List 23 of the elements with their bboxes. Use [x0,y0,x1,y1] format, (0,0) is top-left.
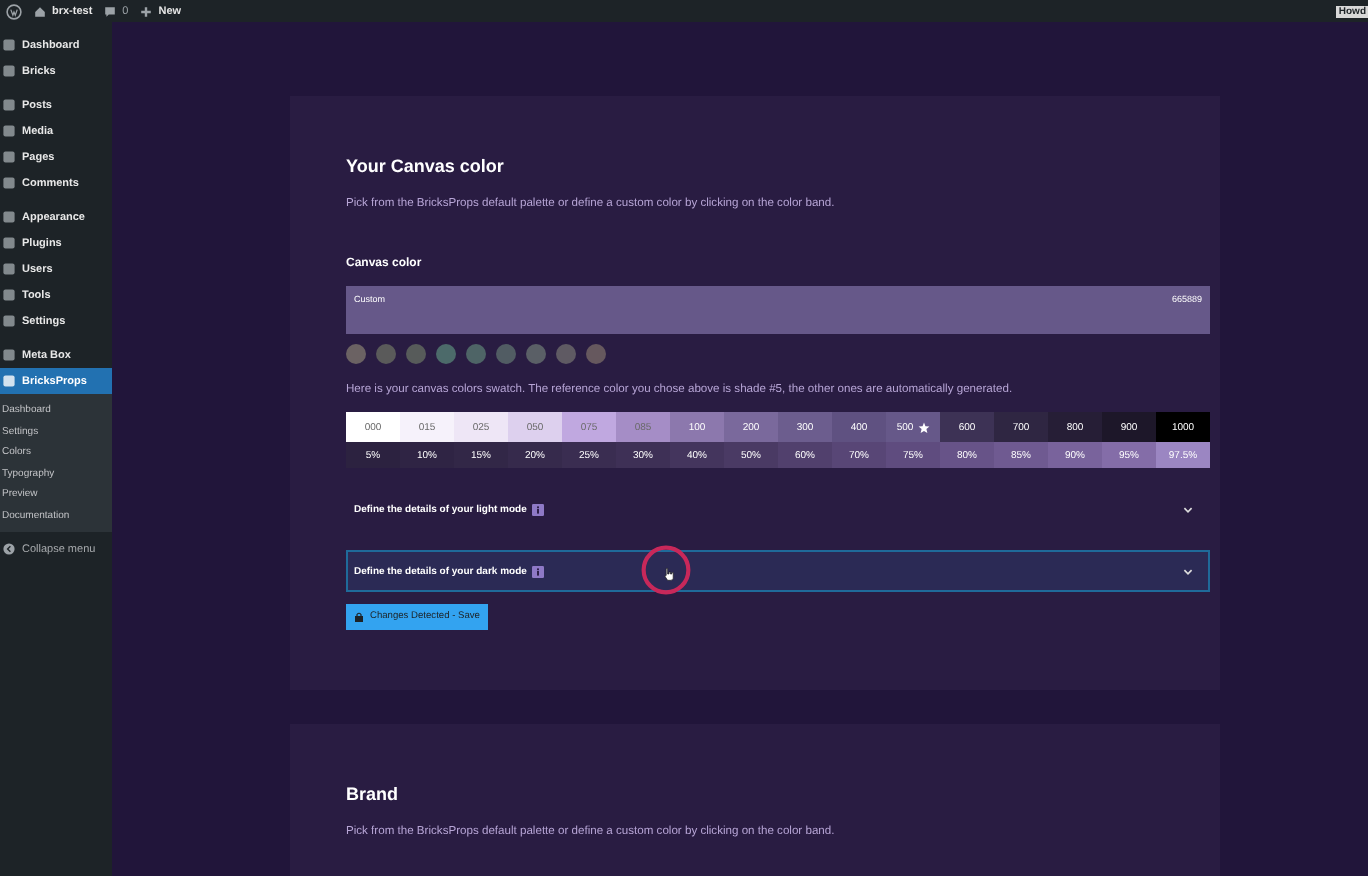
hand-cursor-icon [662,566,676,582]
palette-swatch[interactable] [376,344,396,364]
home-icon [34,5,46,17]
plus-icon [140,5,153,17]
click-ring-icon [640,544,692,596]
palette-swatch[interactable] [406,344,426,364]
palette-swatch[interactable] [466,344,486,364]
palette-swatch[interactable] [436,344,456,364]
palette-swatch[interactable] [526,344,546,364]
palette-swatch[interactable] [556,344,576,364]
chevron-down-icon [1182,503,1194,515]
section-title: Your Canvas color [346,156,506,176]
palette-swatch[interactable] [496,344,516,364]
star-icon [917,421,930,433]
chevron-down-icon [1182,565,1194,577]
section-title: Brand [346,784,401,804]
wordpress-logo-icon [6,3,22,19]
comment-bubble-icon [104,5,117,17]
info-badge-icon [532,503,545,515]
lock-icon [354,612,364,622]
info-badge-icon [532,565,545,577]
palette-swatch[interactable] [346,344,366,364]
palette-swatch[interactable] [586,344,606,364]
